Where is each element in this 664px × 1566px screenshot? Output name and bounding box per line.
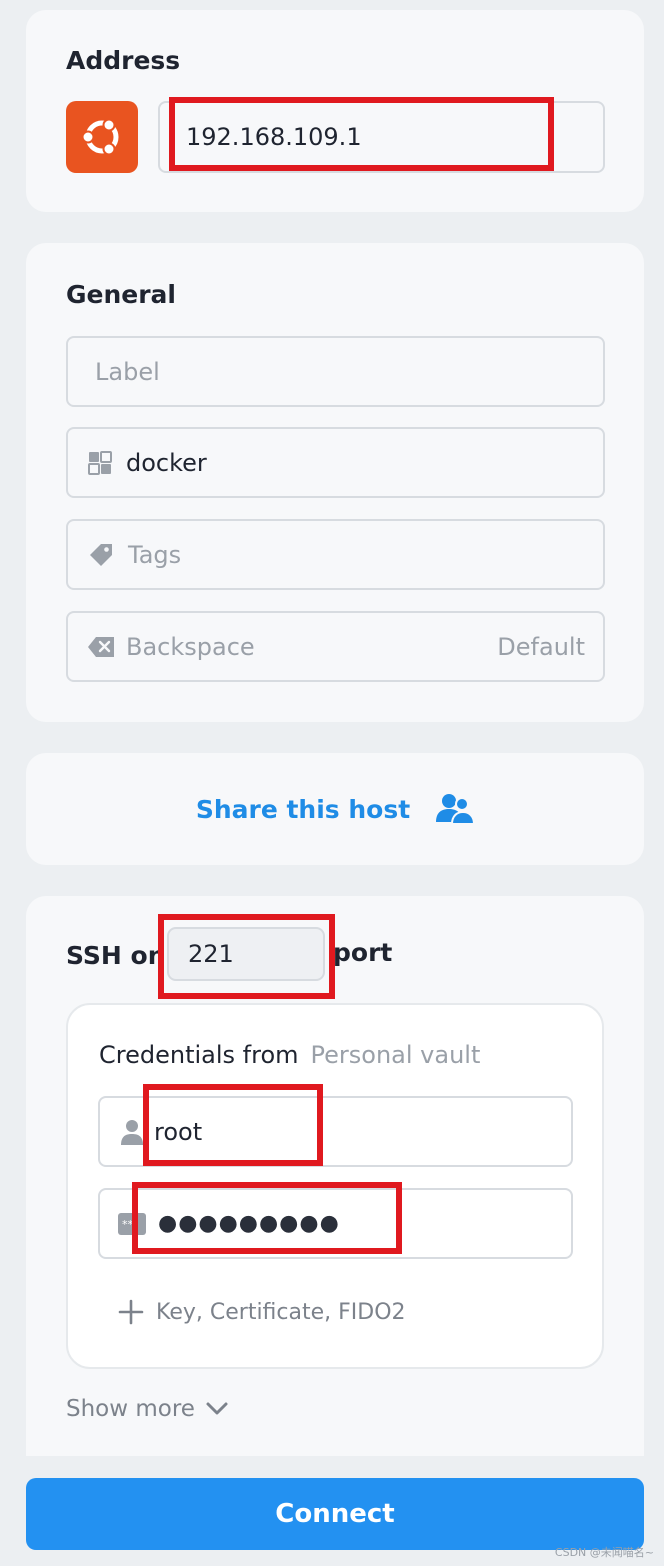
backspace-label: Backspace xyxy=(126,632,255,661)
general-card: General Label docker Tags Backspace Defa… xyxy=(26,243,644,722)
group-field[interactable]: docker xyxy=(66,427,605,498)
password-value: ●●●●●●●●● xyxy=(158,1211,340,1236)
svg-text:**: ** xyxy=(122,1218,134,1231)
show-more-toggle[interactable]: Show more xyxy=(66,1396,229,1422)
general-title: General xyxy=(66,280,176,309)
connect-button[interactable]: Connect xyxy=(26,1478,644,1550)
share-host-label: Share this host xyxy=(195,794,411,824)
username-value: root xyxy=(154,1117,203,1146)
ssh-port-input[interactable]: 221 xyxy=(167,927,325,981)
password-icon: ** xyxy=(118,1212,146,1235)
label-placeholder: Label xyxy=(95,357,160,386)
ssh-prefix: SSH on xyxy=(66,940,166,970)
add-credential-button[interactable]: Key, Certificate, FIDO2 xyxy=(118,1299,406,1325)
group-icon xyxy=(88,450,112,475)
backspace-icon xyxy=(88,636,114,658)
plus-icon xyxy=(118,1299,144,1325)
credentials-title: Credentials from xyxy=(99,1041,299,1069)
ssh-suffix: port xyxy=(333,938,393,967)
group-value: docker xyxy=(126,448,207,477)
tags-placeholder: Tags xyxy=(128,540,182,569)
credentials-card: Credentials from Personal vault root ** … xyxy=(66,1003,604,1369)
show-more-label: Show more xyxy=(66,1396,195,1422)
address-value: 192.168.109.1 xyxy=(186,123,362,151)
connect-label: Connect xyxy=(275,1499,395,1529)
vault-selector[interactable]: Personal vault xyxy=(311,1041,481,1069)
tags-input[interactable]: Tags xyxy=(66,519,605,590)
chevron-down-icon xyxy=(205,1401,229,1417)
ssh-card: SSH on 221 port Credentials from Persona… xyxy=(26,896,644,1456)
credentials-header: Credentials from Personal vault xyxy=(99,1041,480,1069)
address-title: Address xyxy=(66,46,181,75)
tag-icon xyxy=(88,542,114,568)
backspace-value: Default xyxy=(497,632,585,661)
ubuntu-icon xyxy=(66,101,138,173)
share-card: Share this host xyxy=(26,753,644,865)
footer-credit: CSDN @未闻喵名~ xyxy=(554,1546,654,1559)
label-input[interactable]: Label xyxy=(66,336,605,407)
ssh-port-value: 221 xyxy=(188,940,234,968)
ssh-port-row: SSH on xyxy=(66,936,168,974)
address-input[interactable]: 192.168.109.1 xyxy=(158,101,605,173)
address-card: Address 192.168.109.1 xyxy=(26,10,644,212)
users-icon xyxy=(436,792,475,826)
password-input[interactable]: ** ●●●●●●●●● xyxy=(98,1188,573,1259)
user-icon xyxy=(120,1119,144,1145)
backspace-select[interactable]: Backspace Default xyxy=(66,611,605,682)
username-input[interactable]: root xyxy=(98,1096,573,1167)
add-credential-label: Key, Certificate, FIDO2 xyxy=(156,1299,406,1325)
share-host-button[interactable]: Share this host xyxy=(26,753,644,865)
